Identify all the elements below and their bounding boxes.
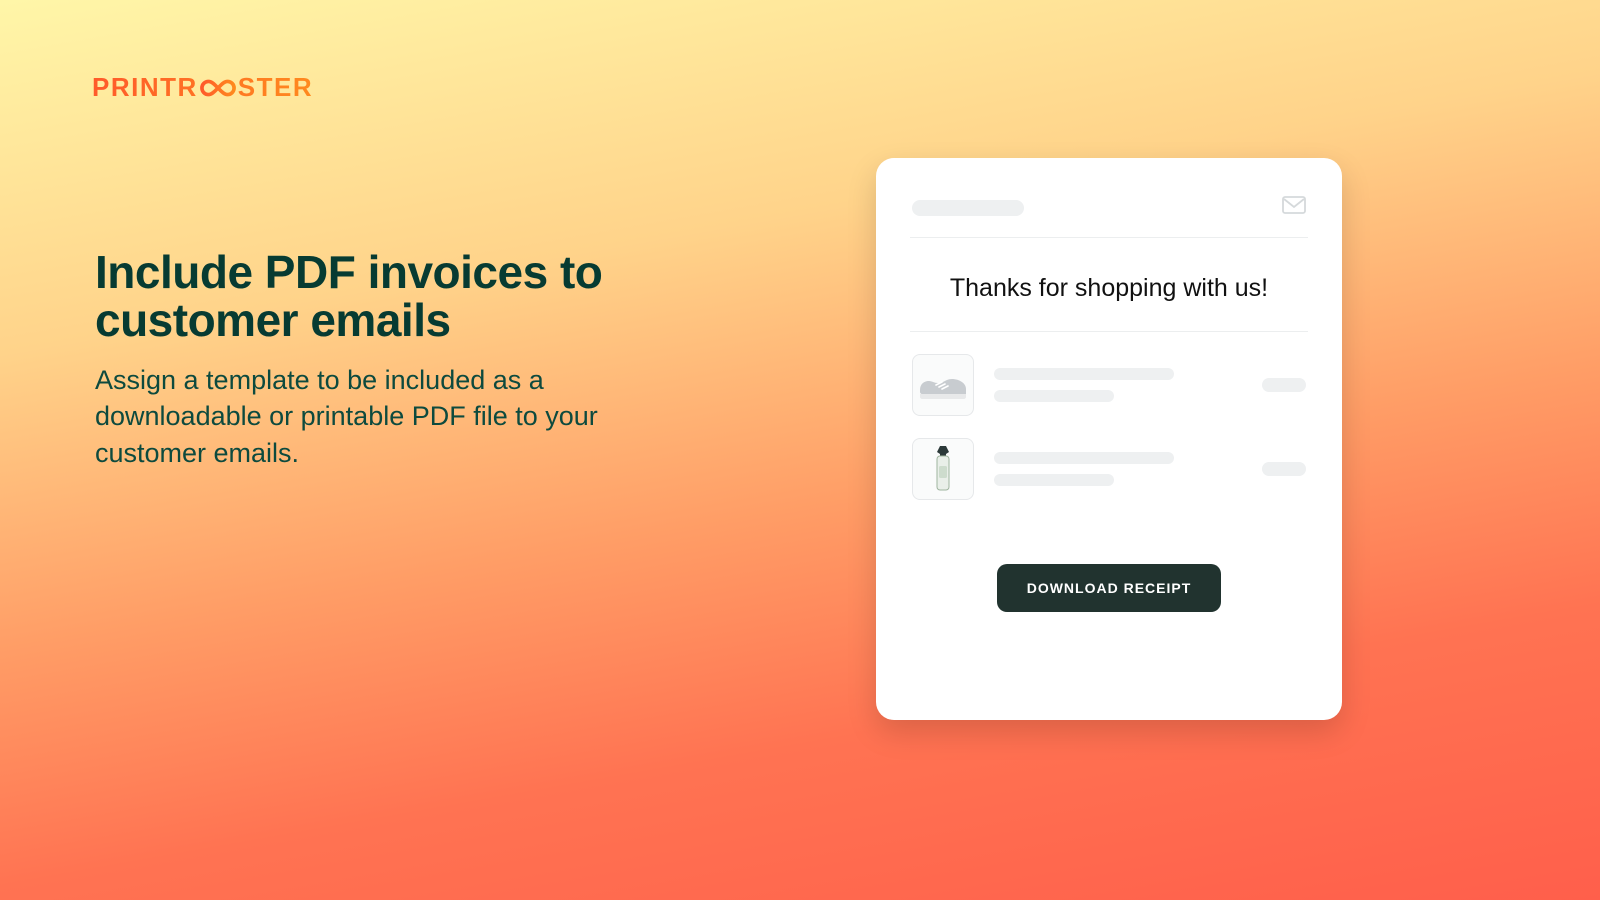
divider <box>910 237 1308 238</box>
placeholder-line <box>994 368 1174 380</box>
email-preview-card: Thanks for shopping with us! <box>876 158 1342 720</box>
line-item <box>912 438 1306 500</box>
line-item <box>912 354 1306 416</box>
marketing-slide: PRINTR STER Include PDF invoices to cust… <box>0 0 1600 900</box>
price-placeholder <box>1262 462 1306 476</box>
placeholder-line <box>994 452 1174 464</box>
line-item-text <box>994 368 1242 402</box>
divider <box>910 331 1308 332</box>
brand-logo: PRINTR STER <box>92 72 313 103</box>
thanks-message: Thanks for shopping with us! <box>912 274 1306 303</box>
bottle-icon <box>912 438 974 500</box>
brand-name-pre: PRINTR <box>92 72 198 103</box>
download-receipt-button[interactable]: DOWNLOAD RECEIPT <box>997 564 1222 612</box>
infinity-icon <box>199 78 237 98</box>
brand-name-post: STER <box>238 72 313 103</box>
sneaker-icon <box>912 354 974 416</box>
placeholder-line <box>994 390 1114 402</box>
envelope-icon <box>1282 196 1306 219</box>
price-placeholder <box>1262 378 1306 392</box>
email-header <box>912 196 1306 219</box>
line-item-text <box>994 452 1242 486</box>
hero-subtitle: Assign a template to be included as a do… <box>95 362 715 471</box>
email-subject-placeholder <box>912 200 1024 216</box>
placeholder-line <box>994 474 1114 486</box>
hero-title: Include PDF invoices to customer emails <box>95 248 735 345</box>
